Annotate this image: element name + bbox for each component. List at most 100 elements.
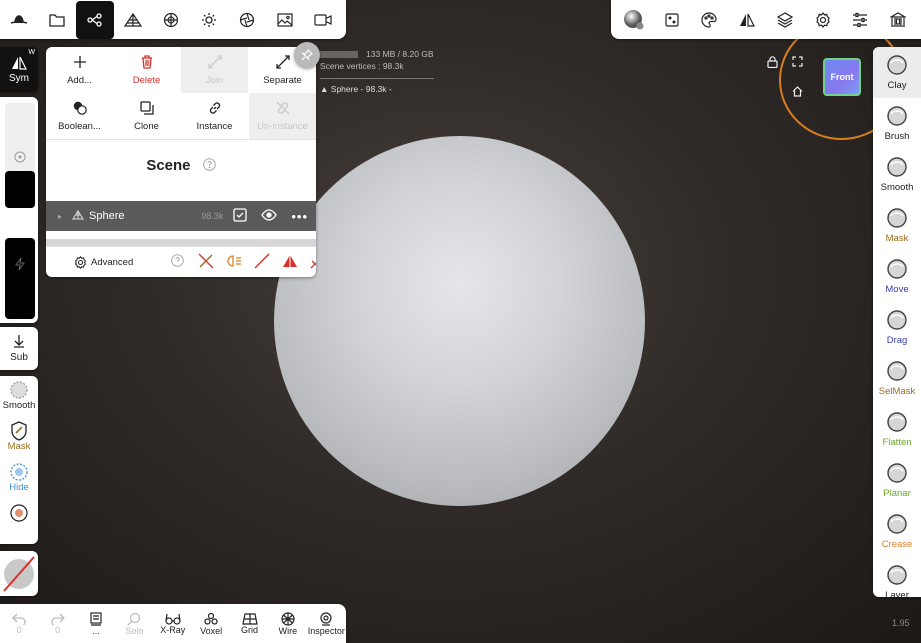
redo-icon (50, 613, 65, 625)
tool-clay[interactable]: Clay (873, 47, 921, 98)
tool-drag[interactable]: Drag (873, 302, 921, 353)
solo-button[interactable]: Solo (115, 604, 153, 643)
plus-icon (73, 55, 87, 69)
clone-button[interactable]: Clone (113, 93, 180, 139)
sym-label: Sym (9, 72, 29, 84)
scene-row-sphere[interactable]: ▸ Sphere 98.3k ••• (46, 201, 316, 231)
instance-button[interactable]: Instance (181, 93, 248, 139)
folder-icon[interactable] (38, 1, 76, 39)
redo-count: 0 (55, 624, 61, 635)
tool-flatten[interactable]: Flatten (873, 404, 921, 455)
help-icon[interactable] (171, 254, 185, 270)
tool-move[interactable]: Move (873, 251, 921, 302)
lamp-icon[interactable] (226, 254, 242, 270)
lock-icon[interactable] (767, 56, 778, 68)
trash-icon (141, 54, 153, 69)
video-icon[interactable] (304, 1, 342, 39)
dots-icon[interactable] (656, 1, 688, 39)
smooth-tool[interactable]: Smooth (3, 380, 35, 421)
hide-icon (10, 463, 28, 481)
book-icon (90, 611, 102, 626)
redo-button[interactable]: 0 (38, 604, 76, 643)
xray-button[interactable]: X-Ray (154, 604, 192, 643)
tool-brush[interactable]: Brush (873, 98, 921, 149)
tool-crease[interactable]: Crease (873, 506, 921, 557)
subdivide-button[interactable]: Sub (0, 327, 38, 370)
mesh-icon (72, 209, 84, 223)
add-button[interactable]: Add... (46, 47, 113, 93)
symmetry-icon[interactable] (731, 1, 763, 39)
home-icon[interactable] (792, 86, 803, 97)
selmask-icon (887, 361, 907, 381)
arrow-down-icon (14, 335, 24, 348)
image-icon[interactable] (266, 1, 304, 39)
hide-tool[interactable]: Hide (9, 462, 29, 503)
tool-mask[interactable]: Mask (873, 200, 921, 251)
glasses-icon (165, 613, 181, 625)
search-icon (127, 612, 141, 625)
uninstance-button[interactable]: Un-instance (249, 93, 316, 139)
slash-off-icon[interactable] (310, 253, 316, 272)
lasso-icon (10, 504, 28, 522)
frame-icon[interactable] (792, 56, 803, 67)
gear-icon[interactable] (807, 1, 839, 39)
intensity-slider[interactable] (5, 238, 35, 319)
hat-icon[interactable] (0, 1, 38, 39)
light-icon[interactable] (190, 1, 228, 39)
eye-icon[interactable] (261, 208, 278, 224)
museum-icon[interactable] (882, 1, 914, 39)
separate-icon (275, 54, 290, 69)
move-icon (887, 259, 907, 279)
tool-planar[interactable]: Planar (873, 455, 921, 506)
inspector-button[interactable]: Inspector (307, 604, 345, 643)
scene-title-text: Scene (146, 157, 191, 174)
voxel-label: Voxel (200, 625, 223, 636)
delete-button[interactable]: Delete (113, 47, 180, 93)
advanced-row: Advanced (46, 246, 316, 277)
lasso-tool[interactable] (9, 503, 29, 544)
material-icon[interactable] (152, 1, 190, 39)
pin-button[interactable] (294, 42, 320, 68)
symmetry-toggle[interactable]: Sym W (0, 47, 38, 92)
sub-label: Sub (10, 352, 28, 363)
join-button[interactable]: Join (181, 47, 248, 93)
history-button[interactable]: ... (77, 604, 115, 643)
undo-icon (12, 613, 26, 625)
expand-icon[interactable]: ▸ (58, 212, 72, 221)
advanced-button[interactable]: Advanced (74, 255, 133, 269)
line-icon[interactable] (254, 253, 270, 272)
camera-aperture-icon[interactable] (228, 1, 266, 39)
scene-graph-icon[interactable] (76, 0, 114, 39)
triangle-symmetry-icon[interactable] (282, 254, 298, 271)
help-icon[interactable] (202, 157, 216, 175)
zoom-readout: 1.95 (892, 618, 910, 628)
palette-icon[interactable] (693, 1, 725, 39)
sliders-icon[interactable] (844, 1, 876, 39)
visibility-checkbox[interactable] (233, 207, 247, 225)
layers-icon[interactable] (769, 1, 801, 39)
boolean-label: Boolean... (58, 120, 101, 132)
brush-off-icon[interactable] (198, 253, 214, 272)
voxel-button[interactable]: Voxel (192, 604, 230, 643)
material-preview[interactable] (0, 551, 38, 596)
more-icon[interactable]: ••• (291, 209, 308, 224)
mask-tool[interactable]: Mask (8, 421, 30, 462)
topology-icon[interactable] (114, 1, 152, 39)
tool-layer[interactable]: Layer (873, 557, 921, 597)
boolean-button[interactable]: Boolean... (46, 93, 113, 139)
tool-smooth[interactable]: Smooth (873, 149, 921, 200)
tool-label: Mask (885, 233, 909, 244)
clone-icon (139, 100, 154, 115)
view-cube[interactable]: Front (823, 58, 861, 96)
wire-button[interactable]: Wire (269, 604, 307, 643)
matcap-icon[interactable] (618, 1, 650, 39)
stats-overlay: 133 MB / 8.20 GB Scene vertices : 98.3k … (320, 48, 434, 95)
grid-button[interactable]: Grid (230, 604, 268, 643)
undo-button[interactable]: 0 (0, 604, 38, 643)
tool-selmask[interactable]: SelMask (873, 353, 921, 404)
sculpt-sphere-mesh[interactable] (274, 136, 645, 506)
left-quick-tools: Smooth Mask Hide (0, 376, 38, 544)
undo-count: 0 (16, 624, 22, 635)
top-left-toolbar (0, 0, 346, 39)
right-brush-tools: Clay Brush Smooth Mask Move Drag SelMask Flatte… (873, 47, 921, 597)
